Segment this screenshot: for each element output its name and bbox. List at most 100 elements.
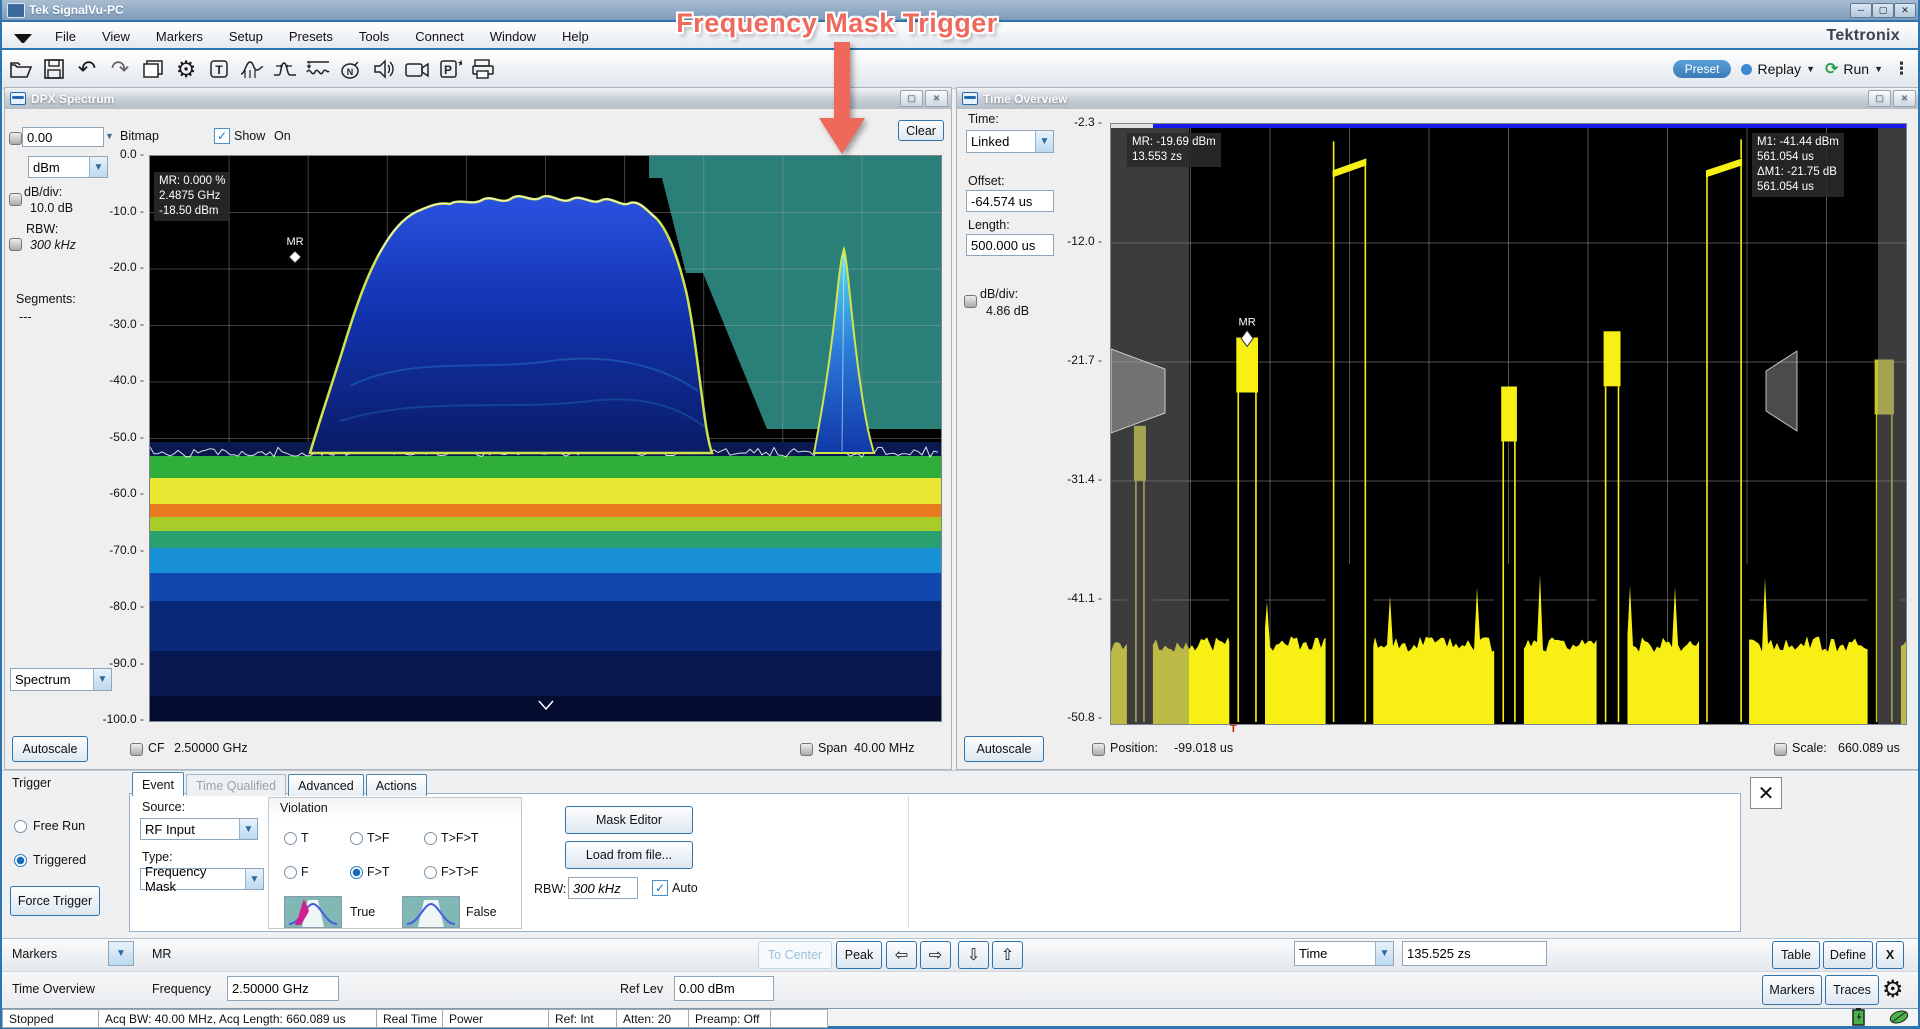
dpx-rbw-value[interactable]: 300 kHz bbox=[30, 238, 76, 252]
settings-gear-icon[interactable]: ⚙ bbox=[171, 55, 201, 83]
frequency-field[interactable]: 2.50000 GHz bbox=[227, 976, 339, 1001]
dpx-display-select[interactable]: Spectrum▼ bbox=[10, 668, 112, 691]
free-run-radio[interactable] bbox=[14, 820, 27, 833]
settings-gear-icon[interactable]: ⚙ bbox=[1882, 975, 1904, 1004]
menu-help[interactable]: Help bbox=[549, 29, 602, 44]
violation-radio-t[interactable] bbox=[284, 832, 297, 845]
load-from-file-button[interactable]: Load from file... bbox=[565, 841, 693, 869]
type-select[interactable]: Frequency Mask▼ bbox=[140, 868, 264, 890]
menu-presets[interactable]: Presets bbox=[276, 29, 346, 44]
menu-window[interactable]: Window bbox=[477, 29, 549, 44]
menu-file[interactable]: File bbox=[42, 29, 89, 44]
menu-connect[interactable]: Connect bbox=[402, 29, 476, 44]
menu-tools[interactable]: Tools bbox=[346, 29, 402, 44]
dbdiv-knob-icon[interactable] bbox=[9, 193, 22, 206]
trigger-tab-event[interactable]: Event bbox=[132, 772, 184, 796]
time-dbdiv-knob-icon[interactable] bbox=[964, 295, 977, 308]
length-field[interactable]: 500.000 us bbox=[966, 234, 1054, 256]
mask-false-icon[interactable] bbox=[402, 896, 460, 928]
time-autoscale-button[interactable]: Autoscale bbox=[964, 736, 1044, 762]
panel-close-button[interactable]: ✕ bbox=[925, 90, 948, 107]
source-select[interactable]: RF Input▼ bbox=[140, 818, 258, 840]
dpx-clear-button[interactable]: Clear bbox=[898, 120, 944, 141]
rbw-knob-icon[interactable] bbox=[9, 238, 22, 251]
undo-icon[interactable]: ↶ bbox=[72, 55, 102, 83]
violation-radio-f-t-f[interactable] bbox=[424, 866, 437, 879]
markers-close-button[interactable]: X bbox=[1876, 941, 1904, 969]
redo-icon[interactable]: ↷ bbox=[105, 55, 135, 83]
marker-position-field[interactable]: 135.525 zs bbox=[1402, 941, 1547, 966]
ref-level-knob-icon[interactable] bbox=[9, 132, 22, 145]
time-scale-value[interactable]: 660.089 us bbox=[1838, 741, 1900, 755]
dpx-dbdiv-value[interactable]: 10.0 dB bbox=[30, 201, 73, 215]
dpx-ref-level-field[interactable]: 0.00 bbox=[22, 127, 104, 147]
eject-icon[interactable] bbox=[14, 34, 32, 43]
peak-lower-button[interactable]: ⇩ bbox=[958, 941, 989, 969]
dpx-autoscale-button[interactable]: Autoscale bbox=[12, 736, 88, 762]
offset-field[interactable]: -64.574 us bbox=[966, 190, 1054, 212]
violation-radio-f[interactable] bbox=[284, 866, 297, 879]
violation-radio-t-f[interactable] bbox=[350, 832, 363, 845]
trigger-rbw-field[interactable]: 300 kHz bbox=[568, 877, 638, 899]
mask-editor-button[interactable]: Mask Editor bbox=[565, 806, 693, 834]
preset-p-icon[interactable]: P★ bbox=[435, 55, 465, 83]
dpx-show-checkbox[interactable]: ✓ bbox=[214, 128, 230, 144]
minimize-button[interactable]: ─ bbox=[1850, 3, 1872, 18]
rbw-auto-checkbox[interactable]: ✓ bbox=[652, 880, 668, 896]
triggered-radio[interactable] bbox=[14, 854, 27, 867]
violation-radio-f-t[interactable] bbox=[350, 866, 363, 879]
peak-right-button[interactable]: ⇨ bbox=[920, 941, 951, 969]
open-folder-icon[interactable] bbox=[6, 55, 36, 83]
trigger-close-button[interactable]: ✕ bbox=[1750, 777, 1782, 809]
copy-icon[interactable] bbox=[138, 55, 168, 83]
time-mode-select[interactable]: Linked▼ bbox=[966, 130, 1054, 153]
kebab-menu-icon[interactable]: ⋮ bbox=[1893, 59, 1910, 79]
maximize-button[interactable]: ▢ bbox=[1872, 3, 1894, 18]
trigger-tab-time-qualified[interactable]: Time Qualified bbox=[186, 774, 286, 796]
timer-n-icon[interactable]: N bbox=[336, 55, 366, 83]
marker-list-dropdown[interactable]: ▼ bbox=[108, 941, 134, 966]
time-dbdiv-value[interactable]: 4.86 dB bbox=[986, 304, 1029, 318]
preset-button[interactable]: Preset bbox=[1673, 60, 1732, 78]
waveform-pulse-icon[interactable] bbox=[270, 55, 300, 83]
mask-true-icon[interactable] bbox=[284, 896, 342, 928]
waveform-spectrum-icon[interactable] bbox=[237, 55, 267, 83]
peak-left-button[interactable]: ⇦ bbox=[886, 941, 917, 969]
dpx-plot-area[interactable]: MR bbox=[149, 155, 942, 722]
menu-markers[interactable]: Markers bbox=[143, 29, 216, 44]
violation-radio-t-f-t[interactable] bbox=[424, 832, 437, 845]
replay-control[interactable]: Replay ▼ bbox=[1741, 61, 1815, 77]
close-button[interactable]: ✕ bbox=[1894, 3, 1916, 18]
traces-panel-button[interactable]: Traces bbox=[1825, 975, 1879, 1005]
panel-restore-button[interactable]: ▢ bbox=[900, 90, 923, 107]
trigger-tab-advanced[interactable]: Advanced bbox=[288, 774, 364, 796]
dpx-cf-value[interactable]: 2.50000 GHz bbox=[174, 741, 248, 755]
waveform-time-icon[interactable] bbox=[303, 55, 333, 83]
position-knob-icon[interactable] bbox=[1092, 743, 1105, 756]
to-center-button[interactable]: To Center bbox=[758, 941, 832, 969]
markers-panel-button[interactable]: Markers bbox=[1762, 975, 1822, 1005]
scale-knob-icon[interactable] bbox=[1774, 743, 1787, 756]
camera-icon[interactable] bbox=[402, 55, 432, 83]
collapse-chevron-icon[interactable]: ▼ bbox=[105, 131, 114, 141]
marker-axis-select[interactable]: Time▼ bbox=[1294, 941, 1394, 966]
menu-setup[interactable]: Setup bbox=[216, 29, 276, 44]
text-tag-icon[interactable]: T bbox=[204, 55, 234, 83]
span-knob-icon[interactable] bbox=[800, 743, 813, 756]
print-icon[interactable] bbox=[468, 55, 498, 83]
peak-higher-button[interactable]: ⇧ bbox=[992, 941, 1023, 969]
marker-define-button[interactable]: Define bbox=[1823, 941, 1873, 969]
menu-view[interactable]: View bbox=[89, 29, 143, 44]
time-position-value[interactable]: -99.018 us bbox=[1174, 741, 1233, 755]
time-plot-area[interactable]: MR bbox=[1110, 123, 1907, 725]
run-control[interactable]: ⟳ Run ▼ bbox=[1825, 59, 1883, 79]
save-icon[interactable] bbox=[39, 55, 69, 83]
panel-close-button[interactable]: ✕ bbox=[1893, 90, 1916, 107]
cf-knob-icon[interactable] bbox=[130, 743, 143, 756]
trigger-tab-actions[interactable]: Actions bbox=[366, 774, 427, 796]
peak-button[interactable]: Peak bbox=[836, 941, 882, 969]
marker-table-button[interactable]: Table bbox=[1772, 941, 1820, 969]
panel-restore-button[interactable]: ▢ bbox=[1868, 90, 1891, 107]
audio-speaker-icon[interactable] bbox=[369, 55, 399, 83]
force-trigger-button[interactable]: Force Trigger bbox=[10, 886, 100, 916]
